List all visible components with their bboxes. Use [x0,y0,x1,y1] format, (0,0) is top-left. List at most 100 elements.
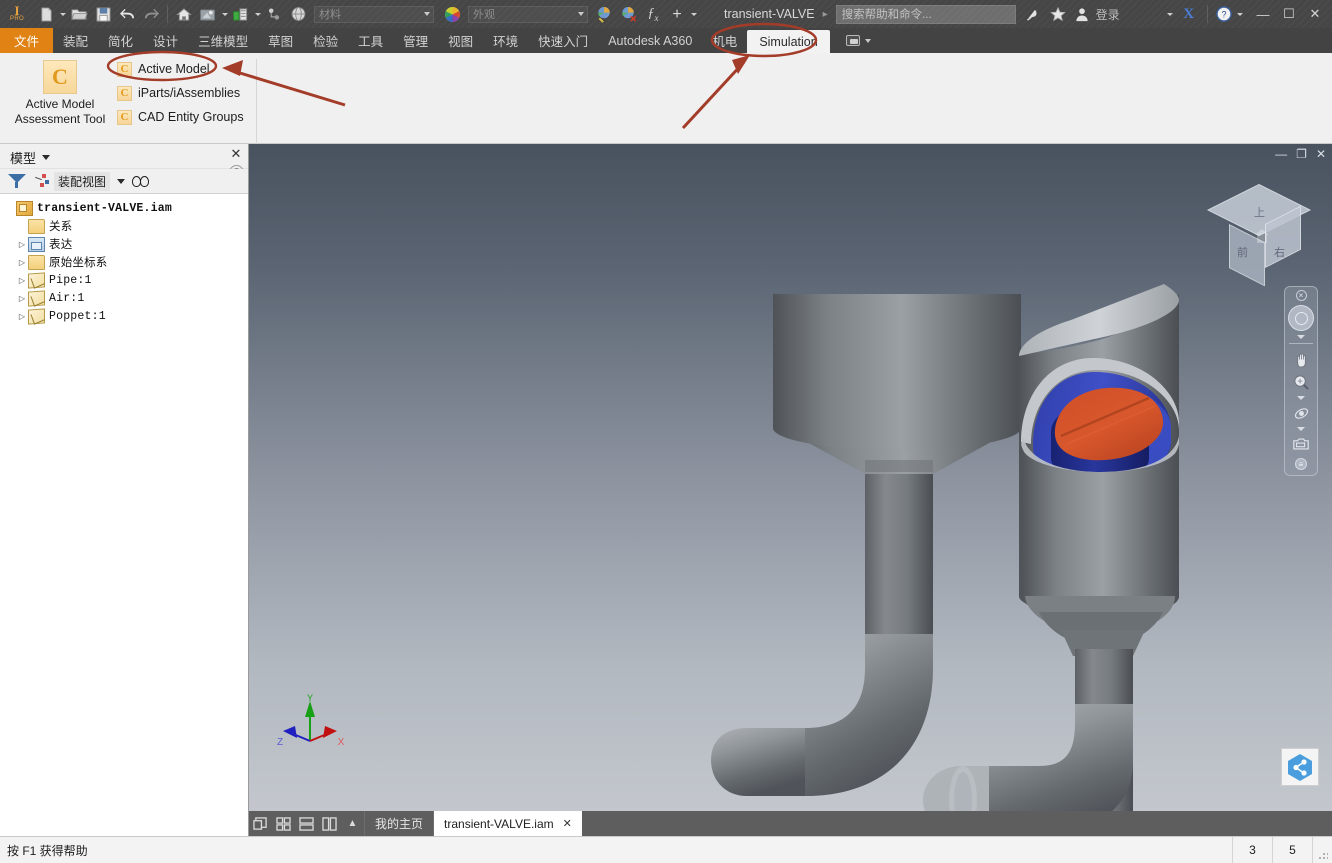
tab-manage[interactable]: 管理 [393,28,438,53]
minimize-button[interactable]: — [1250,0,1276,28]
tab-view[interactable]: 视图 [438,28,483,53]
steering-wheel-icon[interactable] [1288,305,1314,331]
autodesk-share-button[interactable] [1281,748,1319,786]
tree-item-poppet[interactable]: ▷ Poppet:1 [0,307,248,325]
viewport-restore-button[interactable]: ❐ [1296,148,1307,160]
tree-item-air[interactable]: ▷ Air:1 [0,289,248,307]
new-file-dropdown-icon[interactable] [58,1,67,27]
help-icon[interactable]: ? [1212,1,1236,27]
tab-simplify[interactable]: 简化 [98,28,143,53]
zoom-magnifier-icon[interactable] [1290,372,1312,392]
material-dropdown-icon[interactable] [253,1,262,27]
navigation-bar[interactable]: × ≡ [1284,286,1318,476]
tile-vertical-icon[interactable] [318,811,341,836]
home-icon[interactable] [172,1,196,27]
assembly-view-label[interactable]: 装配视图 [54,171,111,191]
viewport-minimize-button[interactable]: — [1275,148,1287,160]
tree-expander[interactable]: ▷ [16,258,28,267]
favorites-star-icon[interactable] [1046,1,1070,27]
tree-item-representations[interactable]: ▷ 表达 [0,235,248,253]
orbit-icon[interactable] [1290,403,1312,423]
orbit-dropdown-icon[interactable] [1297,427,1305,431]
open-folder-icon[interactable] [67,1,91,27]
new-file-icon[interactable] [34,1,58,27]
look-camera-icon[interactable] [1290,434,1312,454]
search-input[interactable]: 搜索帮助和命令... [835,4,1016,24]
tree-expander[interactable]: ▷ [16,294,28,303]
material-combo[interactable]: 材料 [314,5,434,23]
tab-3d-model[interactable]: 三维模型 [188,28,258,53]
update-icon[interactable] [262,1,286,27]
view-cube[interactable]: 上 前 右 [1207,182,1311,287]
tree-item-origin[interactable]: ▷ 原始坐标系 [0,253,248,271]
close-button[interactable]: ✕ [1302,0,1328,28]
resize-grip[interactable] [1312,836,1332,863]
zoom-dropdown-icon[interactable] [1297,396,1305,400]
appearance-combo[interactable]: 外观 [468,5,588,23]
user-account-icon[interactable] [1070,1,1094,27]
account-dropdown-icon[interactable] [1166,1,1175,27]
nav-menu-icon[interactable]: ≡ [1295,458,1307,470]
save-icon[interactable] [91,1,115,27]
qat-overflow-icon[interactable] [689,1,698,27]
appearance-paint-icon[interactable] [196,1,220,27]
tree-item-pipe[interactable]: ▷ Pipe:1 [0,271,248,289]
nav-close-icon[interactable]: × [1295,290,1307,301]
undo-icon[interactable] [115,1,139,27]
add-command-icon[interactable]: + [665,1,689,27]
tab-tools[interactable]: 工具 [348,28,393,53]
filter-icon[interactable] [8,173,26,189]
pan-hand-icon[interactable] [1290,349,1312,369]
sign-in-link[interactable]: 登录 [1096,6,1120,23]
cmd-active-model[interactable]: C Active Model [112,57,262,81]
appearance-dropdown-icon[interactable] [220,1,229,27]
tab-environments[interactable]: 环境 [483,28,528,53]
viewport-close-button[interactable]: ✕ [1316,148,1326,160]
graphics-viewport[interactable]: — ❐ ✕ 上 前 右 × ≡ Y Z X [249,144,1332,811]
adjust-appearance-icon[interactable] [593,1,617,27]
tab-autodesk-a360[interactable]: Autodesk A360 [598,28,702,53]
doc-tab-home[interactable]: 我的主页 [364,811,433,836]
tab-inspect[interactable]: 检验 [303,28,348,53]
find-binoculars-icon[interactable] [132,174,150,188]
exchange-apps-icon[interactable]: X [1175,1,1203,27]
doc-tab-transient-valve[interactable]: transient-VALVE.iam ✕ [433,811,582,836]
active-model-assessment-tool-button[interactable]: C Active Model Assessment Tool [8,56,112,136]
tab-assembly[interactable]: 装配 [53,28,98,53]
tab-file[interactable]: 文件 [0,28,54,53]
cascade-windows-icon[interactable] [249,811,272,836]
tab-design[interactable]: 设计 [143,28,188,53]
appearance-wheel-icon[interactable] [440,1,464,27]
tab-get-started[interactable]: 快速入门 [528,28,598,53]
cmd-iparts-iassemblies[interactable]: C iParts/iAssemblies [112,81,262,105]
tree-item-label: 关系 [49,221,73,234]
tree-expander[interactable]: ▷ [16,312,28,321]
steering-wheel-dropdown-icon[interactable] [1297,335,1305,339]
maximize-button[interactable]: ☐ [1276,0,1302,28]
cmd-cad-entity-groups[interactable]: C CAD Entity Groups [112,105,262,129]
tree-expander[interactable]: ▷ [16,276,28,285]
tree-expander[interactable]: ▷ [16,240,28,249]
doc-tab-close-icon[interactable]: ✕ [563,817,572,830]
material-bar-icon[interactable] [229,1,253,27]
tab-overflow-arrow[interactable]: ▲ [341,811,364,836]
chevron-down-icon[interactable] [117,178,126,184]
a360-dish-icon[interactable] [1022,1,1046,27]
clear-appearance-icon[interactable] [617,1,641,27]
tile-horizontal-icon[interactable] [295,811,318,836]
browser-close-button[interactable]: ✕ [229,147,243,161]
fx-parameters-icon[interactable]: ƒx [641,1,665,27]
help-dropdown-icon[interactable] [1236,1,1245,27]
redo-icon[interactable] [139,1,163,27]
tile-grid-icon[interactable] [272,811,295,836]
ribbon-display-dropdown[interactable] [840,28,877,53]
sphere-icon[interactable] [286,1,310,27]
browser-title[interactable]: 模型 [10,148,51,167]
view-cube-home-icon[interactable] [1254,228,1270,244]
tree-item-assembly-root[interactable]: transient-VALVE.iam [0,199,248,217]
tab-simulation[interactable]: Simulation [747,30,830,53]
tab-sketch[interactable]: 草图 [258,28,303,53]
assembly-view-icon[interactable] [34,173,51,189]
tree-item-relationships[interactable]: 关系 [0,217,248,235]
tab-electromech[interactable]: 机电 [702,28,747,53]
